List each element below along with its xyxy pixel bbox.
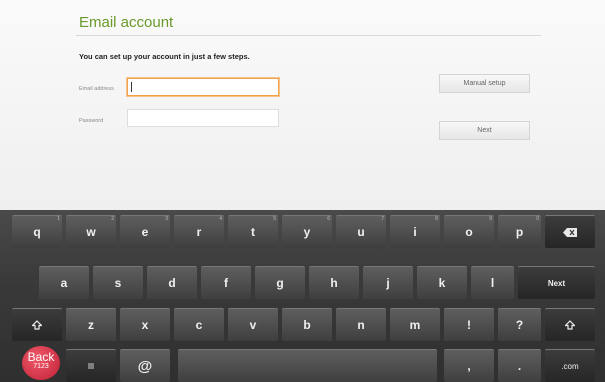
- key-u[interactable]: u7: [336, 215, 386, 248]
- email-field[interactable]: [127, 78, 279, 96]
- text-caret: [131, 82, 132, 92]
- keyboard-settings-icon: [88, 363, 94, 369]
- key-exclamation[interactable]: !: [444, 308, 494, 341]
- key-w[interactable]: w2: [66, 215, 116, 248]
- key-hint: 9: [489, 216, 492, 222]
- manual-setup-button[interactable]: Manual setup: [439, 74, 530, 93]
- key-d[interactable]: d: [147, 266, 197, 299]
- intro-text: You can set up your account in just a fe…: [79, 52, 250, 61]
- key-e[interactable]: e3: [120, 215, 170, 248]
- shift-arrow-icon: [32, 320, 42, 330]
- key-o[interactable]: o9: [444, 215, 494, 248]
- key-v[interactable]: v: [228, 308, 278, 341]
- back-label: Back: [27, 350, 55, 364]
- key-hint: 8: [435, 216, 438, 222]
- backspace-key[interactable]: [545, 215, 595, 248]
- key-x[interactable]: x: [120, 308, 170, 341]
- key-hint: 2: [111, 216, 114, 222]
- key-j[interactable]: j: [363, 266, 413, 299]
- key-hint: 3: [165, 216, 168, 222]
- key-p[interactable]: p0: [498, 215, 541, 248]
- key-hint: 7: [381, 216, 384, 222]
- key-dotcom[interactable]: .com: [545, 349, 595, 382]
- next-button[interactable]: Next: [439, 121, 530, 140]
- soft-keyboard: q1 w2 e3 r4 t5 y6 u7 i8 o9 p0 a s d f g …: [0, 210, 605, 382]
- key-hint: 0: [536, 216, 539, 222]
- key-c[interactable]: c: [174, 308, 224, 341]
- key-question[interactable]: ?: [498, 308, 541, 341]
- key-q[interactable]: q1: [12, 215, 62, 248]
- password-label: Password: [79, 118, 104, 124]
- key-z[interactable]: z: [66, 308, 116, 341]
- key-n[interactable]: n: [336, 308, 386, 341]
- key-k[interactable]: k: [417, 266, 467, 299]
- email-setup-screen: Email account You can set up your accoun…: [0, 0, 605, 210]
- key-l[interactable]: l: [471, 266, 514, 299]
- key-m[interactable]: m: [390, 308, 440, 341]
- back-overlay-button[interactable]: Back 7123: [22, 346, 60, 380]
- key-hint: 4: [219, 216, 222, 222]
- key-hint: 6: [327, 216, 330, 222]
- key-f[interactable]: f: [201, 266, 251, 299]
- page-title: Email account: [79, 14, 174, 31]
- password-field[interactable]: [127, 109, 279, 127]
- back-sublabel: 7123: [33, 363, 49, 370]
- email-label: Email address: [79, 86, 114, 92]
- key-i[interactable]: i8: [390, 215, 440, 248]
- key-t[interactable]: t5: [228, 215, 278, 248]
- keyboard-next-key[interactable]: Next: [518, 266, 595, 299]
- key-a[interactable]: a: [39, 266, 89, 299]
- space-bar[interactable]: [178, 349, 437, 382]
- key-s[interactable]: s: [93, 266, 143, 299]
- key-g[interactable]: g: [255, 266, 305, 299]
- key-h[interactable]: h: [309, 266, 359, 299]
- key-hint: 5: [273, 216, 276, 222]
- key-period[interactable]: .: [498, 349, 541, 382]
- key-comma[interactable]: ,: [444, 349, 494, 382]
- shift-key-left[interactable]: [12, 308, 62, 341]
- key-b[interactable]: b: [282, 308, 332, 341]
- key-hint: 1: [57, 216, 60, 222]
- key-r[interactable]: r4: [174, 215, 224, 248]
- shift-arrow-icon: [565, 320, 575, 330]
- keyboard-settings-key[interactable]: [66, 349, 116, 382]
- key-y[interactable]: y6: [282, 215, 332, 248]
- title-divider: [76, 35, 541, 36]
- backspace-icon: [563, 227, 577, 237]
- shift-key-right[interactable]: [545, 308, 595, 341]
- key-at[interactable]: @: [120, 349, 170, 382]
